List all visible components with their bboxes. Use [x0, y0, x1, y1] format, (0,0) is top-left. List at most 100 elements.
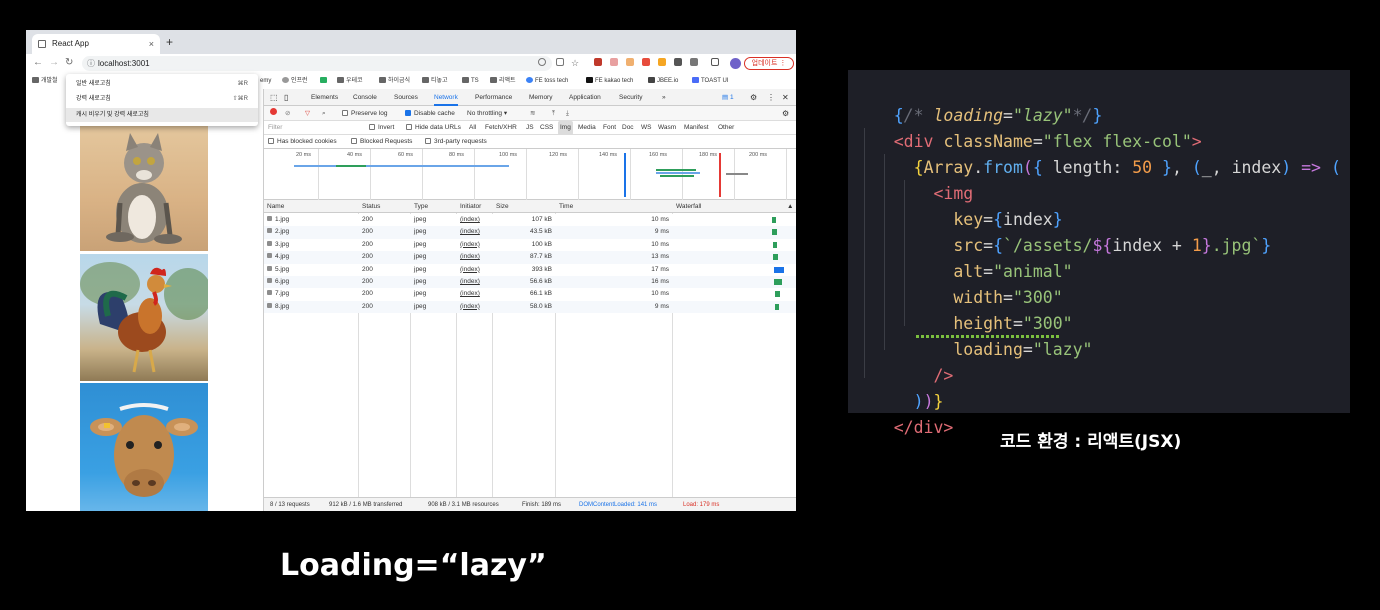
bookmark-item[interactable]: 티놓고 — [422, 73, 448, 89]
wifi-icon[interactable]: ≋ — [530, 106, 535, 121]
import-har-icon[interactable]: ⤒ — [552, 106, 555, 121]
type-filter-other[interactable]: Other — [718, 121, 734, 135]
record-icon[interactable] — [270, 106, 277, 121]
blocked-requests-checkbox[interactable]: Blocked Requests — [351, 135, 412, 149]
filter-icon[interactable]: ▽ — [305, 106, 310, 121]
column-header-name[interactable]: Name — [264, 200, 284, 213]
bookmark-item[interactable]: 리액트 — [490, 73, 516, 89]
type-filter-img[interactable]: Img — [558, 121, 573, 135]
avatar[interactable] — [730, 58, 741, 69]
tab-react-app[interactable]: React App × — [32, 34, 160, 54]
type-filter-manifest[interactable]: Manifest — [684, 121, 709, 135]
bookmark-item[interactable]: 개발철 — [32, 73, 58, 89]
clear-icon[interactable]: ⊘ — [285, 106, 290, 121]
reload-icon[interactable]: ↻ — [65, 56, 73, 70]
type-filter-media[interactable]: Media — [578, 121, 596, 135]
type-filter-font[interactable]: Font — [603, 121, 616, 135]
tab-elements[interactable]: Elements — [311, 89, 338, 106]
request-initiator[interactable]: (index) — [457, 251, 480, 263]
issues-badge[interactable]: ▤ 1 — [722, 89, 734, 106]
back-icon[interactable]: ← — [33, 56, 43, 70]
bookmark-item[interactable] — [320, 73, 329, 89]
search-icon[interactable]: ⌕ — [322, 106, 326, 121]
bookmark-item[interactable]: 인프런 — [282, 73, 308, 89]
type-filter-doc[interactable]: Doc — [622, 121, 634, 135]
table-row[interactable]: 4.jpg 200 jpeg (index) 87.7 kB 13 ms — [264, 251, 796, 264]
network-overview[interactable]: 20 ms 40 ms 60 ms 80 ms 100 ms 120 ms 14… — [264, 149, 796, 200]
column-header-time[interactable]: Time — [556, 200, 573, 213]
column-header-initiator[interactable]: Initiator — [457, 200, 481, 213]
invert-checkbox[interactable]: Invert — [369, 121, 394, 135]
tab-performance[interactable]: Performance — [475, 89, 512, 106]
request-initiator[interactable]: (index) — [457, 226, 480, 238]
request-initiator[interactable]: (index) — [457, 264, 480, 276]
table-row[interactable]: 8.jpg 200 jpeg (index) 58.0 kB 9 ms — [264, 300, 796, 314]
hide-data-urls-checkbox[interactable]: Hide data URLs — [406, 121, 461, 135]
settings-gear-icon[interactable]: ⚙ — [750, 89, 757, 106]
column-header-size[interactable]: Size — [493, 200, 509, 213]
has-blocked-cookies-checkbox[interactable]: Has blocked cookies — [268, 135, 337, 149]
type-filter-wasm[interactable]: Wasm — [658, 121, 676, 135]
bookmark-item[interactable]: FE toss tech — [526, 73, 568, 89]
table-row[interactable]: 3.jpg 200 jpeg (index) 100 kB 10 ms — [264, 238, 796, 252]
request-initiator[interactable]: (index) — [457, 239, 480, 251]
filter-input[interactable]: Filter — [268, 121, 282, 135]
star-icon[interactable]: ☆ — [571, 56, 579, 70]
table-row[interactable]: 2.jpg 200 jpeg (index) 43.5 kB 9 ms — [264, 226, 796, 239]
type-filter-all[interactable]: All — [469, 121, 476, 135]
type-filter-fetch-xhr[interactable]: Fetch/XHR — [485, 121, 517, 135]
url-input[interactable]: ⓘ localhost:3001 — [82, 56, 552, 71]
puzzle-icon[interactable] — [690, 58, 698, 66]
table-row[interactable]: 7.jpg 200 jpeg (index) 66.1 kB 10 ms — [264, 288, 796, 301]
bookmark-item[interactable]: 우테코 — [337, 73, 363, 89]
extension-icon-3[interactable] — [626, 58, 634, 66]
empty-cache-hard-reload-item[interactable]: 캐시 비우기 및 강력 새로고침 — [66, 108, 258, 122]
request-initiator[interactable]: (index) — [457, 301, 480, 313]
bookmark-item[interactable]: emy — [260, 73, 271, 89]
bookmark-item[interactable]: 하이금식 — [379, 73, 410, 89]
close-tab-icon[interactable]: × — [149, 34, 154, 54]
update-button[interactable]: 업데이트 ⋮ — [744, 57, 794, 70]
sort-up-icon[interactable]: ▲ — [784, 200, 793, 213]
tab-network[interactable]: Network — [434, 89, 458, 106]
tab-memory[interactable]: Memory — [529, 89, 552, 106]
column-header-waterfall[interactable]: Waterfall — [673, 200, 701, 213]
normal-reload-item[interactable]: 일반 새로고침 ⌘R — [66, 77, 258, 91]
close-devtools-icon[interactable]: ✕ — [782, 89, 789, 106]
extension-icon-2[interactable] — [610, 58, 618, 66]
extension-icon-4[interactable] — [642, 58, 650, 66]
bookmark-item[interactable]: TOAST UI — [692, 73, 728, 89]
tab-security[interactable]: Security — [619, 89, 642, 106]
disable-cache-checkbox[interactable]: Disable cache — [405, 106, 455, 121]
network-settings-icon[interactable]: ⚙ — [782, 106, 789, 121]
new-tab-button[interactable]: + — [166, 34, 173, 50]
tab-application[interactable]: Application — [569, 89, 601, 106]
extension-icon-6[interactable] — [674, 58, 682, 66]
zoom-icon[interactable] — [538, 58, 546, 66]
device-toolbar-icon[interactable]: ▯ — [284, 89, 288, 106]
hard-reload-item[interactable]: 강력 새로고침 ⇧⌘R — [66, 92, 258, 106]
type-filter-ws[interactable]: WS — [641, 121, 651, 135]
throttling-select[interactable]: No throttling ▾ — [467, 106, 507, 121]
inspect-element-icon[interactable]: ⬚ — [270, 89, 278, 106]
bookmark-item[interactable]: TS — [462, 73, 479, 89]
request-initiator[interactable]: (index) — [457, 288, 480, 300]
tab-console[interactable]: Console — [353, 89, 377, 106]
column-header-status[interactable]: Status — [359, 200, 380, 213]
preserve-log-checkbox[interactable]: Preserve log — [342, 106, 388, 121]
more-tabs-icon[interactable]: » — [662, 89, 666, 106]
forward-icon[interactable]: → — [49, 56, 59, 70]
bookmark-item[interactable]: JBEE.io — [648, 73, 678, 89]
table-row[interactable]: 5.jpg 200 jpeg (index) 393 kB 17 ms — [264, 263, 796, 276]
table-row[interactable]: 6.jpg 200 jpeg (index) 56.6 kB 16 ms — [264, 276, 796, 289]
type-filter-js[interactable]: JS — [526, 121, 534, 135]
request-initiator[interactable]: (index) — [457, 214, 480, 226]
third-party-checkbox[interactable]: 3rd-party requests — [425, 135, 487, 149]
bookmark-item[interactable]: FE kakao tech — [586, 73, 633, 89]
type-filter-css[interactable]: CSS — [540, 121, 553, 135]
kebab-menu-icon[interactable]: ⋮ — [767, 89, 775, 106]
share-icon[interactable] — [556, 58, 564, 66]
extension-icon-1[interactable] — [594, 58, 602, 66]
side-panel-icon[interactable] — [711, 58, 719, 66]
table-row[interactable]: 1.jpg 200 jpeg (index) 107 kB 10 ms — [264, 214, 796, 227]
